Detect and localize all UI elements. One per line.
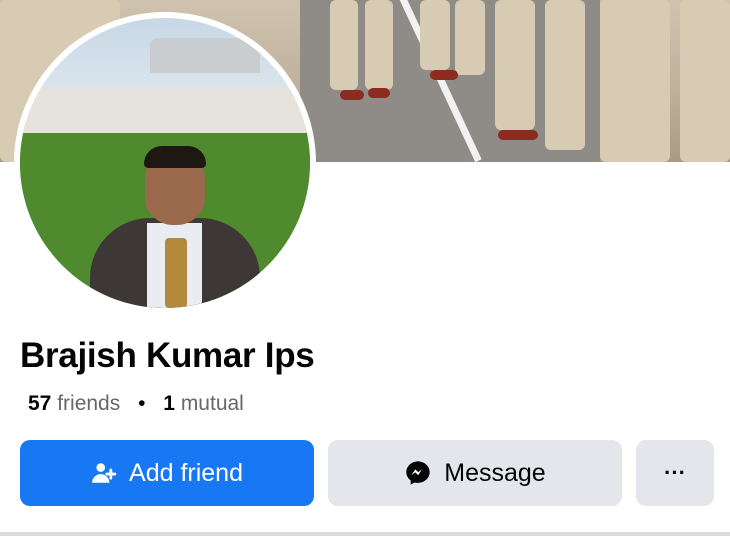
more-icon: ···	[664, 460, 686, 485]
add-friend-label: Add friend	[129, 458, 243, 487]
profile-name: Brajish Kumar Ips	[20, 336, 315, 375]
avatar-stadium	[20, 88, 310, 133]
friends-summary: 57 friends • 1 mutual	[28, 392, 244, 416]
message-label: Message	[444, 458, 546, 487]
meta-separator: •	[138, 392, 146, 415]
cover-leg	[330, 0, 358, 90]
cover-leg	[495, 0, 535, 130]
add-friend-button[interactable]: Add friend	[20, 440, 314, 506]
avatar-tie	[165, 238, 187, 308]
friends-count[interactable]: 57	[28, 392, 51, 415]
more-options-button[interactable]: ···	[636, 440, 714, 506]
person-plus-icon	[91, 460, 117, 486]
friends-label[interactable]: friends	[57, 392, 120, 415]
cover-shoe	[368, 88, 390, 98]
cover-leg	[545, 0, 585, 150]
cover-leg	[680, 0, 730, 162]
section-divider	[0, 532, 730, 536]
cover-leg	[365, 0, 393, 90]
message-button[interactable]: Message	[328, 440, 622, 506]
cover-shoe	[430, 70, 458, 80]
cover-shoe	[340, 90, 364, 100]
avatar[interactable]	[20, 18, 310, 308]
cover-shoe	[498, 130, 538, 140]
avatar-stadium-roof	[150, 38, 260, 73]
cover-leg	[600, 0, 670, 162]
cover-leg	[455, 0, 485, 75]
messenger-icon	[404, 459, 432, 487]
avatar-hair	[144, 146, 206, 168]
mutual-count[interactable]: 1	[163, 392, 175, 415]
mutual-label[interactable]: mutual	[181, 392, 244, 415]
cover-leg	[420, 0, 450, 70]
